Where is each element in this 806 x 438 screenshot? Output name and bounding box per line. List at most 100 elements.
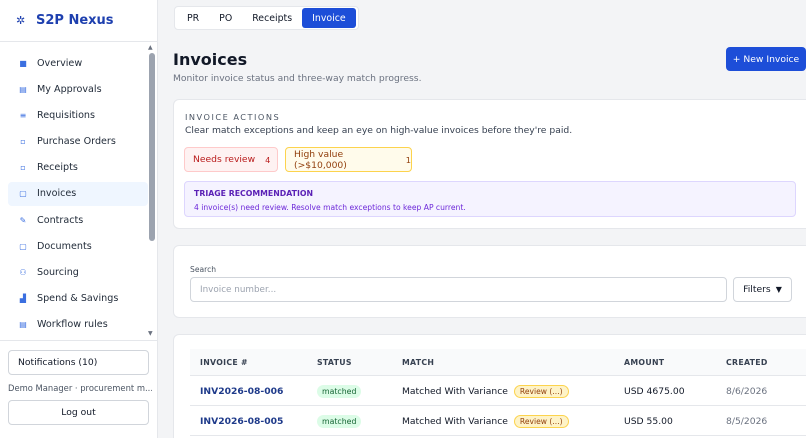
sidebar-item-label: Documents xyxy=(37,240,92,252)
triage-title: TRIAGE RECOMMENDATION xyxy=(194,189,314,198)
new-invoice-button[interactable]: + New Invoice xyxy=(726,47,806,71)
column-header[interactable]: AMOUNT xyxy=(624,358,664,367)
high-value-label: High value (>$10,000) xyxy=(294,148,347,171)
amount-text-cell: USD 55.00 xyxy=(624,406,673,436)
needs-review-filter[interactable]: Needs review 4 xyxy=(184,147,278,172)
invoices-table-card: INVOICE # STATUS MATCH AMOUNT CREATED INV202… xyxy=(173,334,806,438)
amount-text-cell: USD 4675.00 xyxy=(624,376,685,406)
status-badge: matched xyxy=(317,414,362,428)
sidebar-item-label: Invoices xyxy=(37,188,77,200)
search-label: Search xyxy=(190,265,217,274)
table-row[interactable]: INV2026-08-005 matched Matched With Varian… xyxy=(190,406,806,436)
workflow-icon: ▤ xyxy=(19,320,27,330)
sidebar-item-label: Requisitions xyxy=(37,109,96,121)
invoice-number-link-cell: INV2026-08-006 xyxy=(200,376,283,406)
sidebar-item-workflow-rules[interactable]: ▤ Workflow rules xyxy=(8,313,148,337)
created-date-cell: 8/6/2026 xyxy=(726,376,767,406)
logout-button[interactable]: Log out xyxy=(8,400,149,425)
created-date: 8/5/2026 xyxy=(726,415,768,427)
status-badge-cell: matched xyxy=(317,406,362,436)
invoice-number-link-cell: INV2026-08-005 xyxy=(200,406,283,436)
match-text: Matched With Variance xyxy=(402,415,508,427)
scroll-up-arrow-icon[interactable]: ▲ xyxy=(148,44,153,51)
needs-review-label: Needs review xyxy=(193,154,256,165)
column-header[interactable]: INVOICE # xyxy=(200,358,248,367)
search-card: Search Invoice number... Filters ▼ xyxy=(173,245,806,318)
created-date: 8/6/2026 xyxy=(726,385,768,397)
filters-label: Filters xyxy=(743,284,771,295)
notifications-button[interactable]: Notifications (10) xyxy=(8,350,149,375)
amount-text: USD 4675.00 xyxy=(624,385,685,397)
sidebar-item-label: Purchase Orders xyxy=(37,136,116,148)
folder-icon: ▢ xyxy=(19,241,27,251)
sidebar-scrollbar-thumb[interactable] xyxy=(149,53,155,241)
invoice-actions-heading: INVOICE ACTIONS xyxy=(185,112,281,122)
sidebar-item-documents[interactable]: ▢ Documents xyxy=(8,234,148,258)
sidebar-item-purchase-orders[interactable]: ▫ Purchase Orders xyxy=(8,130,148,154)
sidebar-item-sourcing[interactable]: ⚇ Sourcing xyxy=(8,261,148,285)
high-value-filter[interactable]: High value (>$10,000) 1 xyxy=(285,147,412,172)
sidebar-item-label: Receipts xyxy=(37,162,78,174)
match-text-cell: Matched With Variance Review (...) xyxy=(402,376,569,406)
sidebar-item-label: Overview xyxy=(37,57,83,69)
sidebar-item-label: Sourcing xyxy=(37,267,79,278)
triage-recommendation: TRIAGE RECOMMENDATION 4 invoice(s) need … xyxy=(184,181,796,217)
tab-invoice[interactable]: Invoice xyxy=(302,8,356,28)
table-header: INVOICE # STATUS MATCH AMOUNT CREATED xyxy=(190,349,806,376)
column-header[interactable]: CREATED xyxy=(726,358,768,367)
needs-review-count: 4 xyxy=(265,154,271,165)
sidebar-footer: Notifications (10) Demo Manager · procur… xyxy=(0,340,158,425)
clipboard-icon: ▤ xyxy=(19,84,27,94)
created-date-cell: 8/5/2026 xyxy=(726,406,767,436)
caret-down-icon: ▼ xyxy=(775,285,782,294)
invoices-table: INVOICE # STATUS MATCH AMOUNT CREATED INV202… xyxy=(190,349,806,436)
brand-name: S2P Nexus xyxy=(36,13,114,28)
table-row[interactable]: INV2026-08-006 matched Matched With Varian… xyxy=(190,376,806,406)
page-title: Invoices xyxy=(173,50,248,69)
list-icon: ≡ xyxy=(19,110,27,120)
sidebar-item-contracts[interactable]: ✎ Contracts xyxy=(8,208,148,232)
sidebar-item-label: My Approvals xyxy=(37,83,102,95)
tab-po[interactable]: PO xyxy=(209,8,242,28)
receipt-icon: ▫ xyxy=(20,163,26,173)
sidebar-item-label: Workflow rules xyxy=(37,319,108,331)
page-subtitle: Monitor invoice status and three-way mat… xyxy=(173,73,422,84)
po-icon: ▫ xyxy=(20,137,26,147)
sparkle-icon: ✲ xyxy=(16,14,26,27)
search-input[interactable]: Invoice number... xyxy=(190,277,727,302)
sidebar-nav: ■ Overview ▤ My Approvals ≡ Requisitions ▫ Purc… xyxy=(0,42,158,339)
column-header[interactable]: STATUS xyxy=(317,358,352,367)
match-text: Matched With Variance xyxy=(402,385,508,397)
triage-body: 4 invoice(s) need review. Resolve match … xyxy=(194,203,466,212)
invoice-actions-card: INVOICE ACTIONS Clear match exceptions a… xyxy=(173,99,806,229)
match-text-cell: Matched With Variance Review (...) xyxy=(402,406,569,436)
invoice-actions-description: Clear match exceptions and keep an eye o… xyxy=(185,125,573,136)
invoice-icon: ▢ xyxy=(19,189,27,199)
sidebar-item-label: Contracts xyxy=(37,214,84,226)
high-value-count: 1 xyxy=(405,154,411,165)
bar-chart-icon: ▟ xyxy=(19,294,27,304)
sidebar: ✲ S2P Nexus ■ Overview ▤ My Approvals ≡ Requi… xyxy=(0,0,158,438)
sidebar-item-label: Spend & Savings xyxy=(37,293,119,305)
users-icon: ⚇ xyxy=(19,268,27,277)
brand[interactable]: ✲ S2P Nexus xyxy=(0,0,157,42)
sidebar-item-invoices[interactable]: ▢ Invoices xyxy=(8,181,148,206)
tab-receipts[interactable]: Receipts xyxy=(242,8,302,28)
current-user-label: Demo Manager · procurement m... xyxy=(8,383,152,393)
review-flag-badge: Review (...) xyxy=(513,414,569,428)
invoice-number-link[interactable]: INV2026-08-005 xyxy=(200,416,283,427)
sidebar-item-receipts[interactable]: ▫ Receipts xyxy=(8,156,148,180)
module-tabs: PR PO Receipts Invoice xyxy=(174,6,359,30)
sidebar-item-requisitions[interactable]: ≡ Requisitions xyxy=(8,103,148,127)
column-header[interactable]: MATCH xyxy=(402,358,434,367)
tab-pr[interactable]: PR xyxy=(177,8,209,28)
amount-text: USD 55.00 xyxy=(624,415,673,427)
scroll-down-arrow-icon[interactable]: ▼ xyxy=(148,330,153,337)
sidebar-item-overview[interactable]: ■ Overview xyxy=(8,51,148,75)
invoice-number-link[interactable]: INV2026-08-006 xyxy=(200,386,283,397)
status-badge: matched xyxy=(317,384,362,398)
sidebar-item-my-approvals[interactable]: ▤ My Approvals xyxy=(8,77,148,101)
contract-icon: ✎ xyxy=(19,215,27,225)
sidebar-item-spend-savings[interactable]: ▟ Spend & Savings xyxy=(8,287,148,311)
filters-button[interactable]: Filters ▼ xyxy=(733,277,792,302)
